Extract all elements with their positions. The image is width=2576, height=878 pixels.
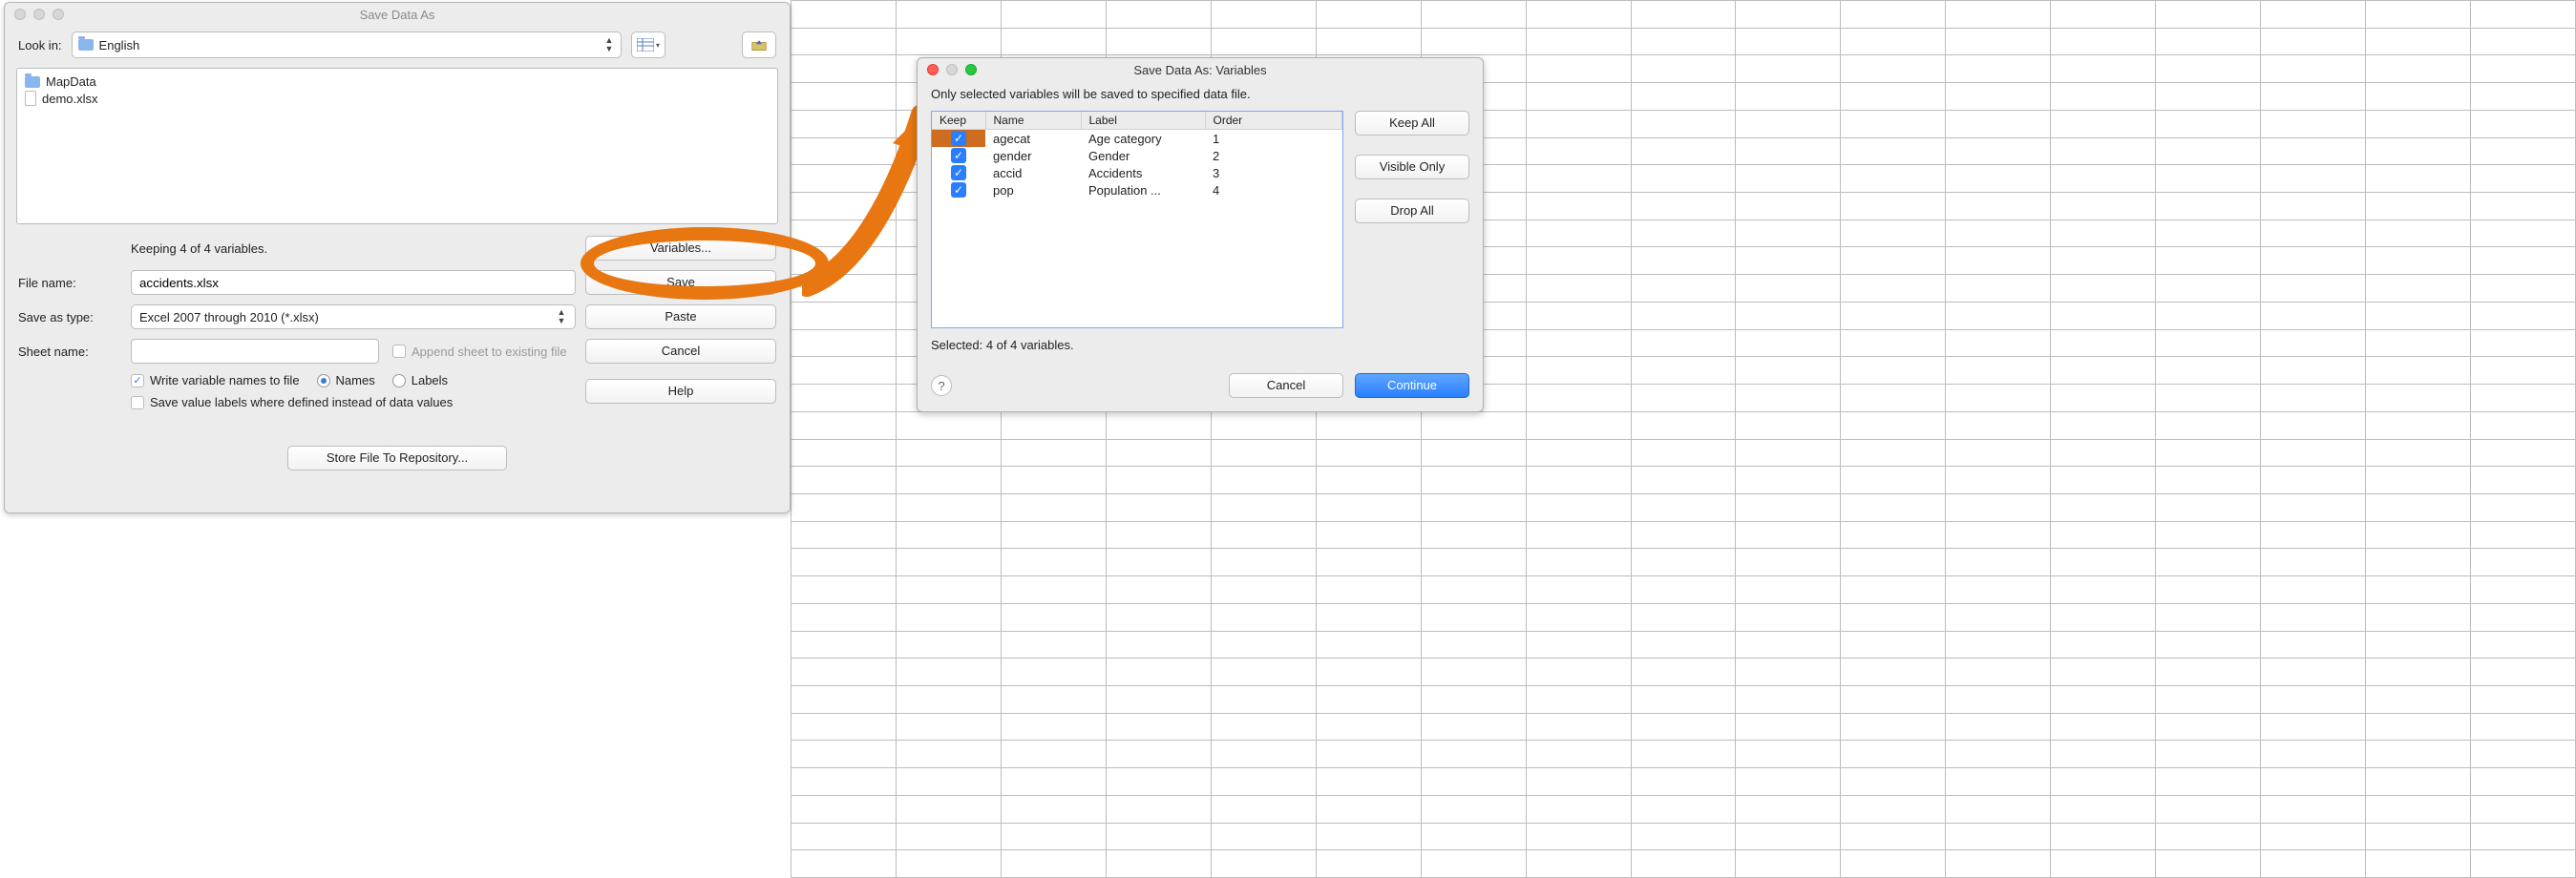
variables-dialog: Save Data As: Variables Only selected va…: [917, 57, 1484, 412]
var-label: Population ...: [1081, 181, 1205, 199]
var-order: 1: [1205, 130, 1342, 148]
file-name-input[interactable]: [131, 270, 576, 295]
file-item-name: MapData: [46, 74, 96, 89]
write-names-checkbox[interactable]: [131, 374, 144, 387]
document-icon: [25, 91, 36, 106]
variables-table[interactable]: Keep Name Label Order agecatAge category…: [931, 111, 1343, 328]
file-list[interactable]: MapData demo.xlsx: [16, 68, 778, 224]
names-radio[interactable]: [317, 374, 330, 387]
highlight-oval: [581, 227, 829, 300]
selected-summary: Selected: 4 of 4 variables.: [931, 338, 1469, 352]
view-mode-button[interactable]: ▾: [631, 31, 665, 58]
save-dialog-title: Save Data As: [5, 8, 790, 22]
var-name: pop: [985, 181, 1081, 199]
labels-radio-label: Labels: [412, 373, 448, 387]
var-name: gender: [985, 147, 1081, 164]
var-label: Age category: [1081, 130, 1205, 148]
sheet-name-input[interactable]: [131, 339, 379, 364]
var-label: Gender: [1081, 147, 1205, 164]
var-order: 2: [1205, 147, 1342, 164]
col-order[interactable]: Order: [1205, 112, 1342, 130]
var-order: 3: [1205, 164, 1342, 181]
var-order: 4: [1205, 181, 1342, 199]
col-name[interactable]: Name: [985, 112, 1081, 130]
col-label[interactable]: Label: [1081, 112, 1205, 130]
variable-row[interactable]: agecatAge category1: [932, 130, 1342, 148]
drop-all-button[interactable]: Drop All: [1355, 199, 1469, 223]
look-in-combo[interactable]: English ▲▼: [72, 31, 622, 58]
save-value-labels-checkbox[interactable]: [131, 396, 144, 409]
window-zoom-icon[interactable]: [53, 9, 64, 20]
folder-icon: [25, 76, 40, 88]
folder-icon: [78, 39, 94, 51]
callout-arrow-icon: [802, 105, 936, 305]
write-names-label: Write variable names to file: [150, 373, 300, 387]
variables-instruction: Only selected variables will be saved to…: [931, 87, 1469, 101]
variable-row[interactable]: genderGender2: [932, 147, 1342, 164]
variables-dialog-title: Save Data As: Variables: [918, 63, 1483, 77]
window-minimize-icon[interactable]: [946, 64, 958, 75]
keeping-text: Keeping 4 of 4 variables.: [131, 241, 267, 256]
window-close-icon[interactable]: [927, 64, 939, 75]
var-name: agecat: [985, 130, 1081, 148]
save-value-labels-label: Save value labels where defined instead …: [150, 395, 453, 409]
append-sheet-label: Append sheet to existing file: [412, 345, 567, 359]
keep-all-button[interactable]: Keep All: [1355, 111, 1469, 136]
file-list-item[interactable]: demo.xlsx: [25, 91, 770, 106]
vars-cancel-button[interactable]: Cancel: [1229, 373, 1343, 398]
look-in-label: Look in:: [18, 38, 62, 52]
save-as-type-combo[interactable]: Excel 2007 through 2010 (*.xlsx) ▲▼: [131, 304, 576, 329]
labels-radio[interactable]: [392, 374, 406, 387]
look-in-value: English: [99, 38, 140, 52]
var-name: accid: [985, 164, 1081, 181]
cancel-button[interactable]: Cancel: [585, 339, 776, 364]
combo-stepper-icon[interactable]: ▲▼: [556, 308, 567, 325]
variable-row[interactable]: popPopulation ...4: [932, 181, 1342, 199]
combo-stepper-icon[interactable]: ▲▼: [603, 36, 615, 53]
vars-continue-button[interactable]: Continue: [1355, 373, 1469, 398]
help-button[interactable]: Help: [585, 379, 776, 404]
var-label: Accidents: [1081, 164, 1205, 181]
save-dialog-titlebar[interactable]: Save Data As: [5, 3, 790, 26]
paste-button[interactable]: Paste: [585, 304, 776, 329]
keep-checkbox[interactable]: [951, 131, 966, 146]
help-icon[interactable]: ?: [931, 375, 952, 396]
keep-checkbox[interactable]: [951, 182, 966, 198]
visible-only-button[interactable]: Visible Only: [1355, 155, 1469, 179]
variables-dialog-titlebar[interactable]: Save Data As: Variables: [918, 58, 1483, 81]
window-zoom-icon[interactable]: [965, 64, 977, 75]
window-close-icon[interactable]: [14, 9, 26, 20]
keep-checkbox[interactable]: [951, 148, 966, 163]
sheet-name-label: Sheet name:: [18, 345, 121, 359]
save-as-type-label: Save as type:: [18, 310, 121, 324]
names-radio-label: Names: [336, 373, 375, 387]
file-list-item[interactable]: MapData: [25, 74, 770, 89]
store-repo-button[interactable]: Store File To Repository...: [287, 446, 507, 470]
save-as-type-value: Excel 2007 through 2010 (*.xlsx): [139, 310, 319, 324]
col-keep[interactable]: Keep: [932, 112, 985, 130]
file-item-name: demo.xlsx: [42, 92, 98, 106]
append-sheet-checkbox[interactable]: [392, 345, 406, 358]
file-name-label: File name:: [18, 276, 121, 290]
variable-row[interactable]: accidAccidents3: [932, 164, 1342, 181]
up-folder-button[interactable]: [742, 31, 776, 58]
window-minimize-icon[interactable]: [33, 9, 45, 20]
keep-checkbox[interactable]: [951, 165, 966, 180]
